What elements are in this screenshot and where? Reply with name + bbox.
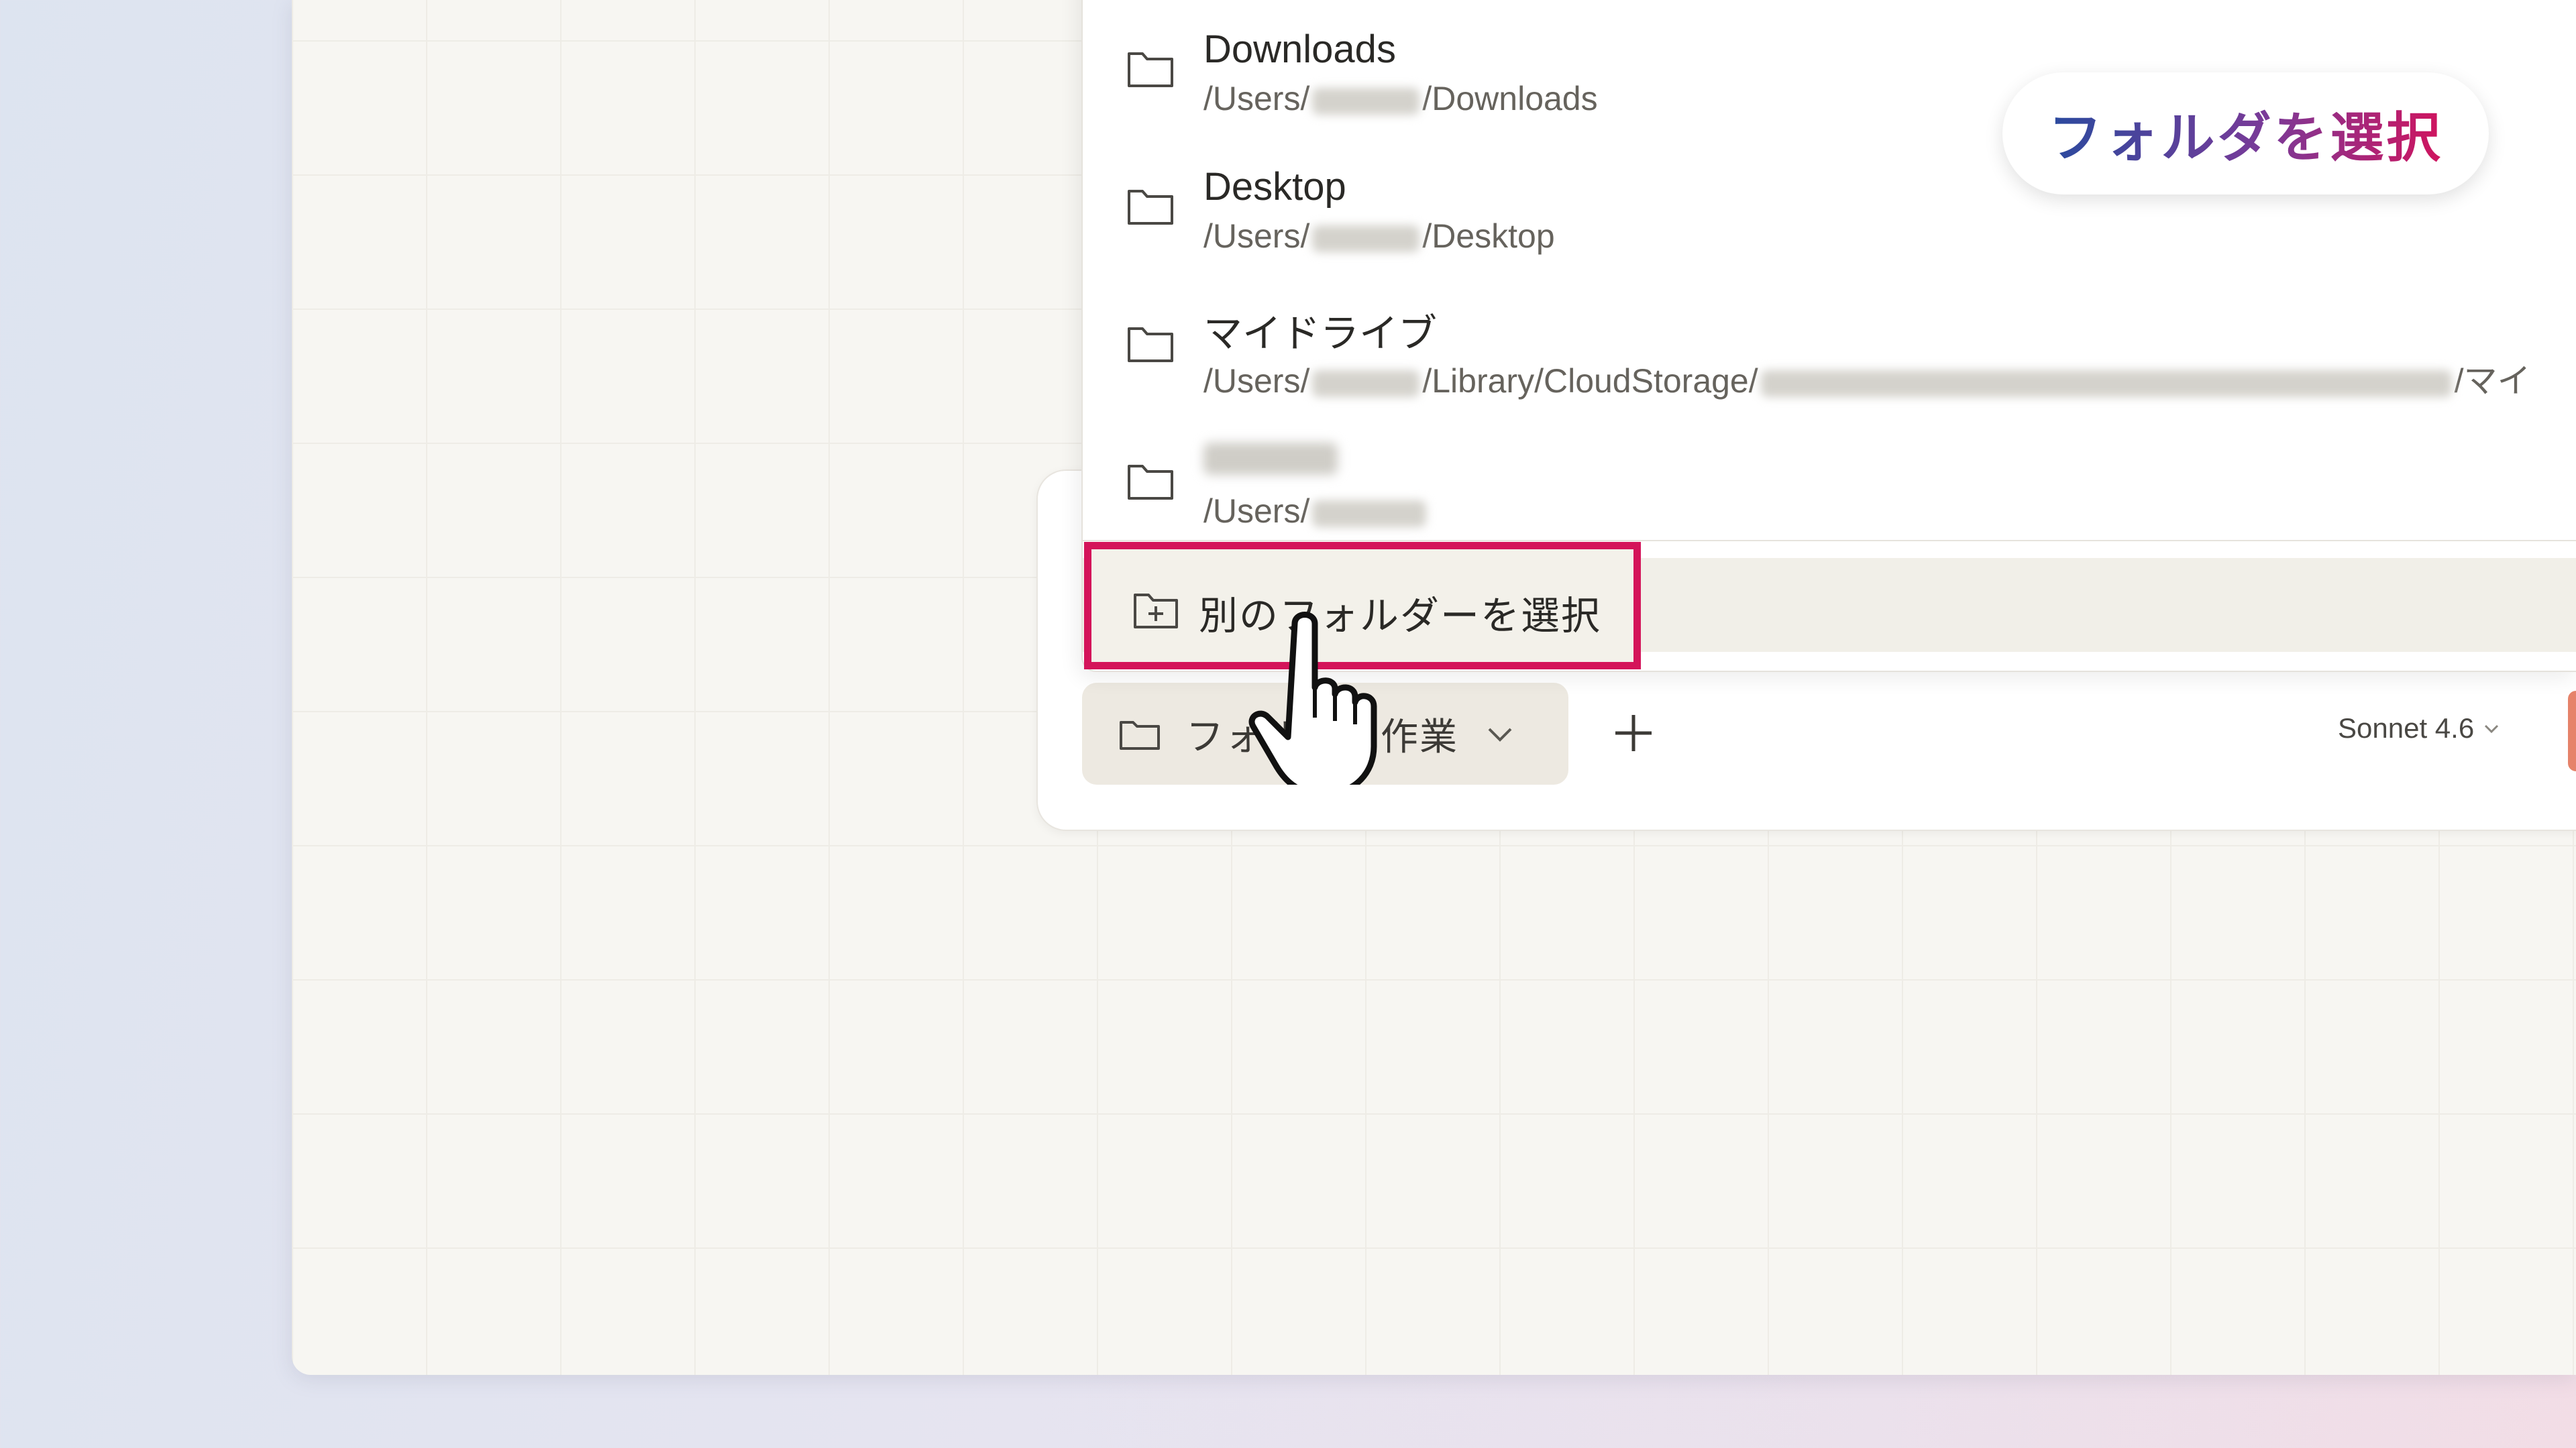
folder-name: マイドライブ xyxy=(1203,312,1438,355)
folder-icon xyxy=(1120,721,1160,750)
model-label: Sonnet 4.6 xyxy=(2338,712,2475,744)
hand-pointer-cursor-icon xyxy=(1248,612,1377,785)
folder-plus-icon xyxy=(1134,594,1178,628)
folder-path: /Users//Downloads xyxy=(1203,80,1598,117)
callout-label: フォルダを選択 xyxy=(2049,95,2443,172)
folder-path: /Users//Library/CloudStorage//マイ xyxy=(1203,362,2531,400)
folder-path: /Users/ xyxy=(1203,492,1429,531)
folder-name: Downloads xyxy=(1203,27,1396,71)
folder-option-home[interactable]: /Users/ xyxy=(1083,412,2576,550)
folder-name xyxy=(1203,439,1338,484)
chevron-down-icon xyxy=(2485,724,2499,734)
send-button[interactable] xyxy=(2568,691,2576,771)
folder-icon xyxy=(1128,465,1173,500)
folder-path: /Users//Desktop xyxy=(1203,217,1555,255)
model-selector[interactable]: Sonnet 4.6 xyxy=(2338,712,2500,744)
folder-icon xyxy=(1128,52,1173,87)
folder-icon xyxy=(1128,327,1173,362)
chevron-down-icon xyxy=(1488,728,1512,742)
folder-option-mydrive[interactable]: マイドライブ /Users//Library/CloudStorage//マイ xyxy=(1083,275,2576,412)
folder-icon xyxy=(1128,190,1173,225)
folder-name: Desktop xyxy=(1203,165,1346,209)
dropdown-divider xyxy=(1083,540,2576,541)
add-button[interactable] xyxy=(1610,710,1657,757)
callout-badge: フォルダを選択 xyxy=(2002,72,2489,194)
